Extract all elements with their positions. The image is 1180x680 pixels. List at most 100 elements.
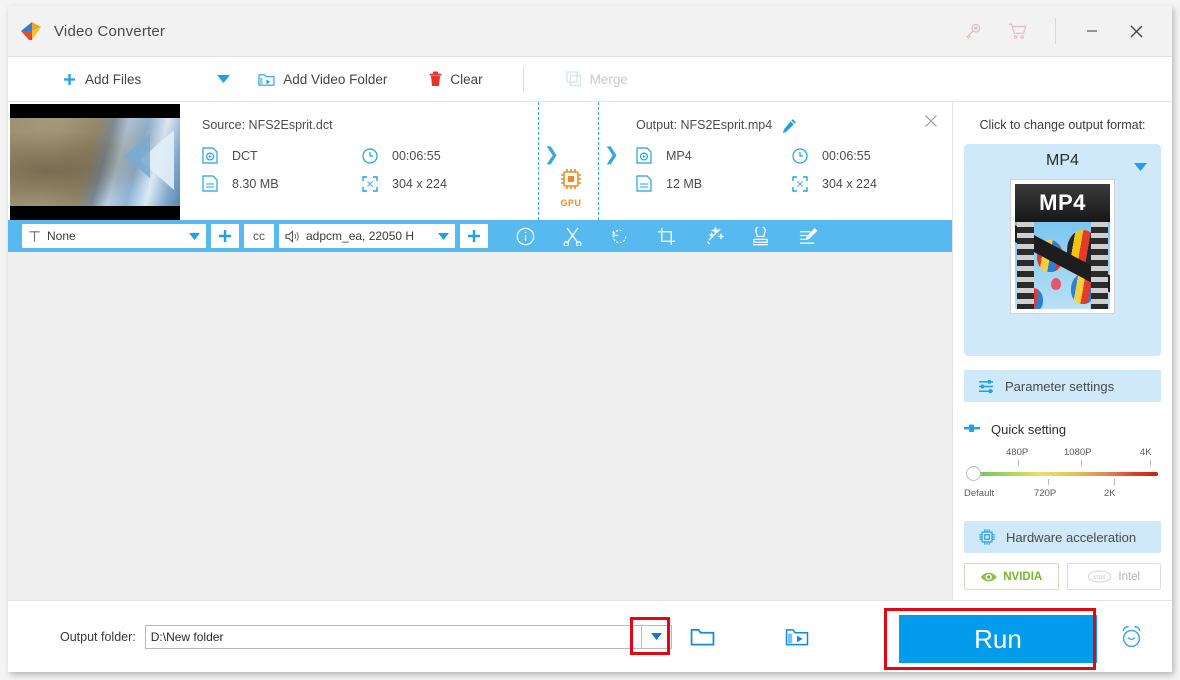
plus-icon — [219, 230, 231, 242]
source-format-value: DCT — [232, 148, 258, 163]
toolbar-divider — [522, 66, 524, 92]
nvidia-toggle[interactable]: NVIDIA — [964, 563, 1059, 590]
file-size-icon — [636, 175, 658, 192]
output-meta-row-1: MP4 00:06:55 — [636, 147, 948, 164]
watermark-stamp-icon[interactable] — [737, 220, 784, 252]
plus-icon — [64, 73, 75, 85]
minimize-button[interactable] — [1070, 6, 1114, 57]
alarm-clock-button[interactable] — [1118, 623, 1145, 655]
clock-icon — [362, 147, 384, 164]
slider-label-1080p: 1080P — [1064, 447, 1092, 458]
slider-label-4k: 4K — [1140, 447, 1152, 458]
output-folder-dropdown[interactable] — [640, 624, 672, 649]
closed-caption-button[interactable]: cc — [244, 224, 274, 248]
slider-label-default: Default — [964, 488, 995, 499]
parameter-settings-button[interactable]: Parameter settings — [964, 370, 1161, 402]
output-filename: Output: NFS2Esprit.mp4 — [636, 118, 773, 132]
video-thumbnail[interactable] — [10, 104, 180, 220]
plus-icon — [468, 230, 480, 242]
close-button[interactable] — [1114, 6, 1158, 57]
nvidia-label: NVIDIA — [1003, 570, 1043, 583]
output-filename-row: Output: NFS2Esprit.mp4 — [636, 114, 948, 136]
hardware-acceleration-button[interactable]: Hardware acceleration — [964, 521, 1161, 553]
output-format-card[interactable]: MP4 MP4 — [964, 144, 1161, 356]
source-duration: 00:06:55 — [362, 147, 522, 164]
rotate-icon[interactable] — [596, 220, 643, 252]
resolution-icon — [792, 175, 814, 192]
svg-text:intel: intel — [1094, 575, 1105, 581]
quick-setting-header: Quick setting — [964, 420, 1161, 438]
gpu-chip-icon — [561, 169, 581, 189]
alarm-clock-icon — [1122, 626, 1141, 648]
open-video-folder-button[interactable] — [774, 614, 820, 660]
add-subtitle-button[interactable] — [211, 224, 239, 248]
source-resolution-value: 304 x 224 — [392, 176, 447, 191]
open-folder-button[interactable] — [680, 614, 726, 660]
clear-label: Clear — [450, 71, 483, 87]
file-format-icon — [636, 147, 658, 164]
source-meta-row-2: 8.30 MB 304 x 224 — [202, 175, 532, 192]
title-bar: Video Converter — [8, 6, 1172, 57]
intel-toggle[interactable]: intel Intel — [1066, 563, 1161, 590]
shopping-cart-icon[interactable] — [995, 6, 1041, 57]
add-video-folder-button[interactable]: Add Video Folder — [248, 57, 397, 102]
bottom-bar: Output folder: Run — [8, 600, 1172, 672]
clock-icon — [792, 147, 814, 164]
slider-handle-icon — [964, 420, 982, 438]
app-logo-icon — [18, 18, 44, 44]
output-format: MP4 — [636, 147, 792, 164]
slider-handle[interactable] — [966, 466, 981, 481]
remove-job-icon[interactable] — [924, 114, 938, 131]
thumbnail-chevron-2 — [124, 134, 150, 178]
caret-down-icon — [650, 633, 662, 640]
output-format-name: MP4 — [1046, 152, 1079, 169]
subtitle-T-icon — [29, 230, 40, 242]
arrow-right-icon-1: ❯ — [544, 144, 560, 164]
output-folder-input[interactable] — [144, 624, 642, 649]
intel-label: Intel — [1118, 570, 1141, 583]
output-meta-row-2: 12 MB 304 x 224 — [636, 175, 948, 192]
audio-track-select[interactable]: adpcm_ea, 22050 H — [279, 224, 455, 248]
slider-track[interactable] — [972, 472, 1158, 476]
add-files-caret-icon[interactable] — [207, 57, 240, 102]
magic-wand-effects-icon[interactable] — [690, 220, 737, 252]
source-resolution: 304 x 224 — [362, 175, 522, 192]
output-format-panel: Click to change output format: MP4 MP4 P… — [952, 102, 1172, 620]
output-resolution-value: 304 x 224 — [822, 176, 877, 191]
panel-title: Click to change output format: — [979, 118, 1146, 132]
sliders-icon — [978, 379, 995, 394]
caret-down-icon — [438, 232, 449, 240]
quality-slider[interactable]: 480P 1080P 4K Default 720P 2K — [964, 447, 1161, 505]
run-button[interactable]: Run — [899, 615, 1097, 663]
key-icon[interactable] — [949, 6, 995, 57]
gpu-badge-label: GPU — [560, 198, 582, 208]
crop-icon[interactable] — [643, 220, 690, 252]
source-size: 8.30 MB — [202, 175, 362, 192]
title-bar-controls — [949, 6, 1172, 56]
add-files-label: Add Files — [85, 71, 142, 87]
output-size-value: 12 MB — [666, 176, 703, 191]
output-folder-label: Output folder: — [60, 629, 136, 644]
gpu-badge: GPU — [558, 168, 584, 208]
clear-button[interactable]: Clear — [419, 57, 492, 102]
output-duration: 00:06:55 — [792, 147, 948, 164]
video-folder-icon — [785, 628, 808, 645]
pencil-icon[interactable] — [782, 118, 797, 133]
application-window: Video Converter Add Files Add Video Fold… — [8, 6, 1172, 672]
add-video-folder-label: Add Video Folder — [283, 71, 388, 87]
add-files-button[interactable]: Add Files — [52, 57, 151, 102]
file-size-icon — [202, 175, 224, 192]
info-icon[interactable] — [502, 220, 549, 252]
merge-button[interactable]: Merge — [556, 57, 638, 102]
source-duration-value: 00:06:55 — [392, 148, 441, 163]
edit-tools — [502, 220, 831, 252]
format-thumbnail: MP4 — [1010, 179, 1115, 314]
scissors-cut-icon[interactable] — [549, 220, 596, 252]
speaker-icon — [285, 229, 299, 243]
caret-down-icon[interactable] — [1134, 158, 1147, 176]
conversion-list: Source: NFS2Esprit.dct DCT 00:06:55 8.30… — [8, 102, 1172, 620]
subtitle-select[interactable]: None — [22, 224, 206, 248]
subtitle-edit-icon[interactable] — [784, 220, 831, 252]
add-audio-button[interactable] — [460, 224, 488, 248]
format-thumbnail-image — [1015, 222, 1110, 309]
